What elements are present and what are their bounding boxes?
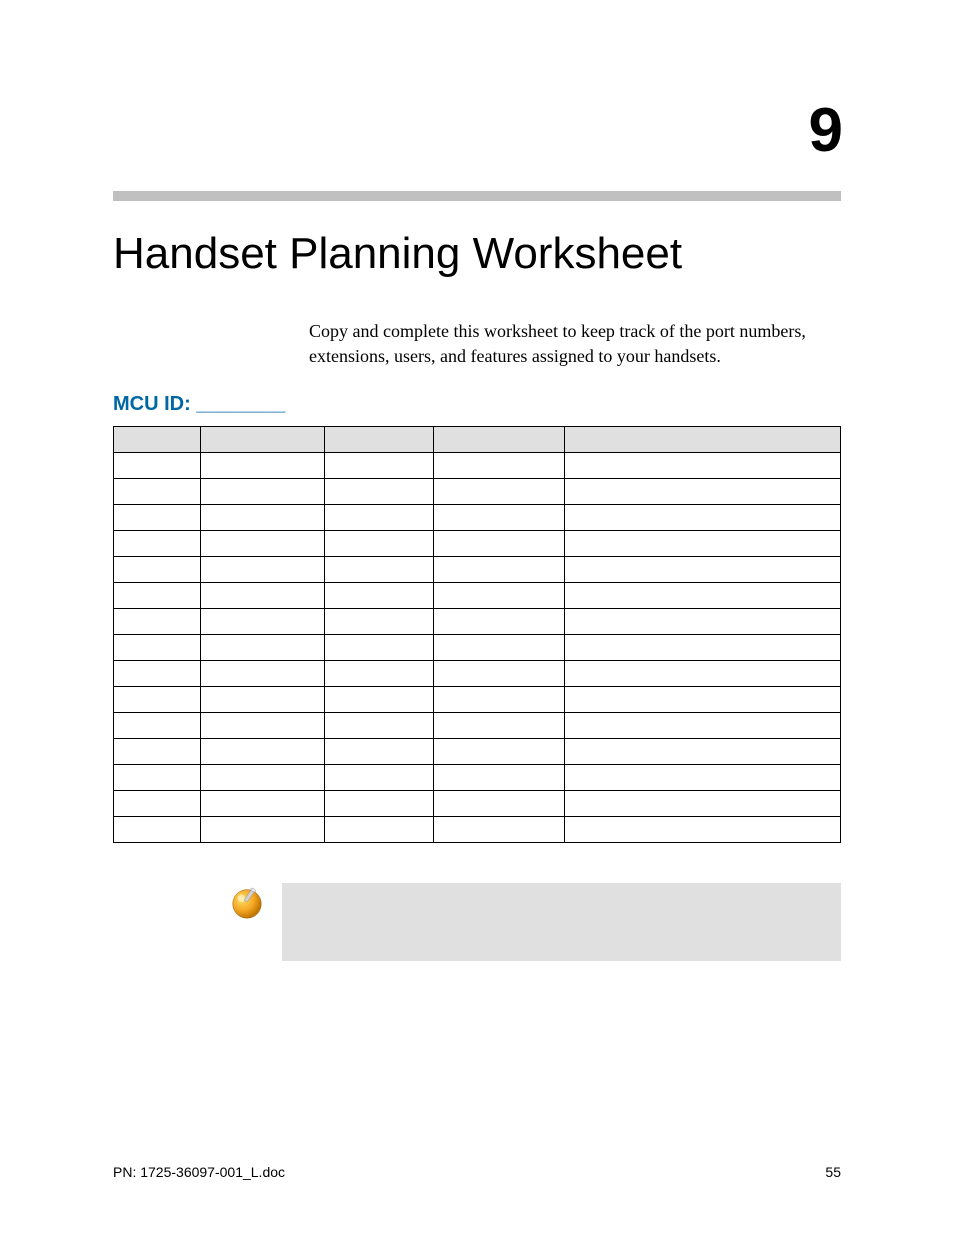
table-row (114, 739, 841, 765)
table-row (114, 583, 841, 609)
table-row (114, 453, 841, 479)
table-row (114, 713, 841, 739)
intro-text: Copy and complete this worksheet to keep… (309, 319, 841, 369)
worksheet-table (113, 426, 841, 843)
table-row (114, 635, 841, 661)
table-row (114, 791, 841, 817)
table-row (114, 817, 841, 843)
table-row (114, 505, 841, 531)
chapter-number: 9 (113, 95, 841, 166)
table-row (114, 479, 841, 505)
page-title: Handset Planning Worksheet (113, 229, 841, 279)
table-row (114, 557, 841, 583)
table-header-row (114, 427, 841, 453)
page-footer: PN: 1725-36097-001_L.doc 55 (113, 1164, 841, 1180)
table-row (114, 765, 841, 791)
table-row (114, 661, 841, 687)
note-pushpin-icon (228, 883, 266, 921)
mcu-id-label: MCU ID: ________ (113, 393, 841, 416)
title-divider (113, 191, 841, 201)
table-row (114, 531, 841, 557)
table-row (114, 687, 841, 713)
note-block (228, 883, 841, 961)
table-row (114, 609, 841, 635)
footer-page-number: 55 (825, 1164, 841, 1180)
note-text-box (282, 883, 841, 961)
footer-pn: PN: 1725-36097-001_L.doc (113, 1164, 285, 1180)
